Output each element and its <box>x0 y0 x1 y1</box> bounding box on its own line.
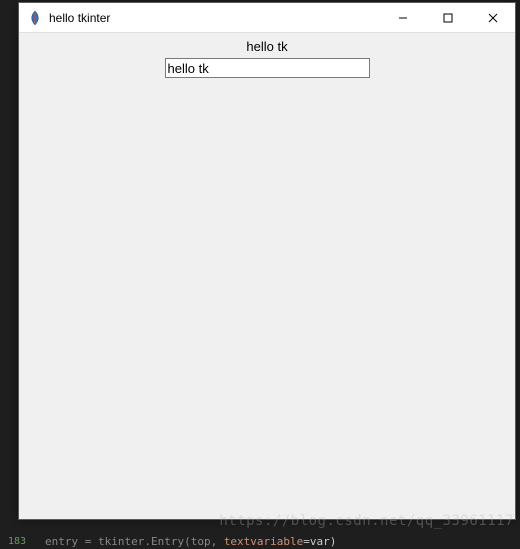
window-controls <box>380 3 515 32</box>
close-button[interactable] <box>470 3 515 32</box>
minimize-button[interactable] <box>380 3 425 32</box>
app-window: hello tkinter hello tk <box>18 2 516 520</box>
code-prefix: entry = tkinter.Entry(top, <box>45 535 224 548</box>
window-title: hello tkinter <box>49 11 380 25</box>
tk-feather-icon <box>27 10 43 26</box>
text-entry[interactable] <box>165 58 370 78</box>
line-number: 183 <box>8 536 26 547</box>
code-suffix: =var) <box>303 535 336 548</box>
editor-gutter <box>0 0 18 520</box>
hello-label: hello tk <box>246 39 287 54</box>
titlebar[interactable]: hello tkinter <box>19 3 515 33</box>
code-keyword: textvariable <box>224 535 303 548</box>
editor-code-line: 183 entry = tkinter.Entry(top, textvaria… <box>0 533 520 549</box>
client-area: hello tk <box>19 33 515 519</box>
maximize-button[interactable] <box>425 3 470 32</box>
